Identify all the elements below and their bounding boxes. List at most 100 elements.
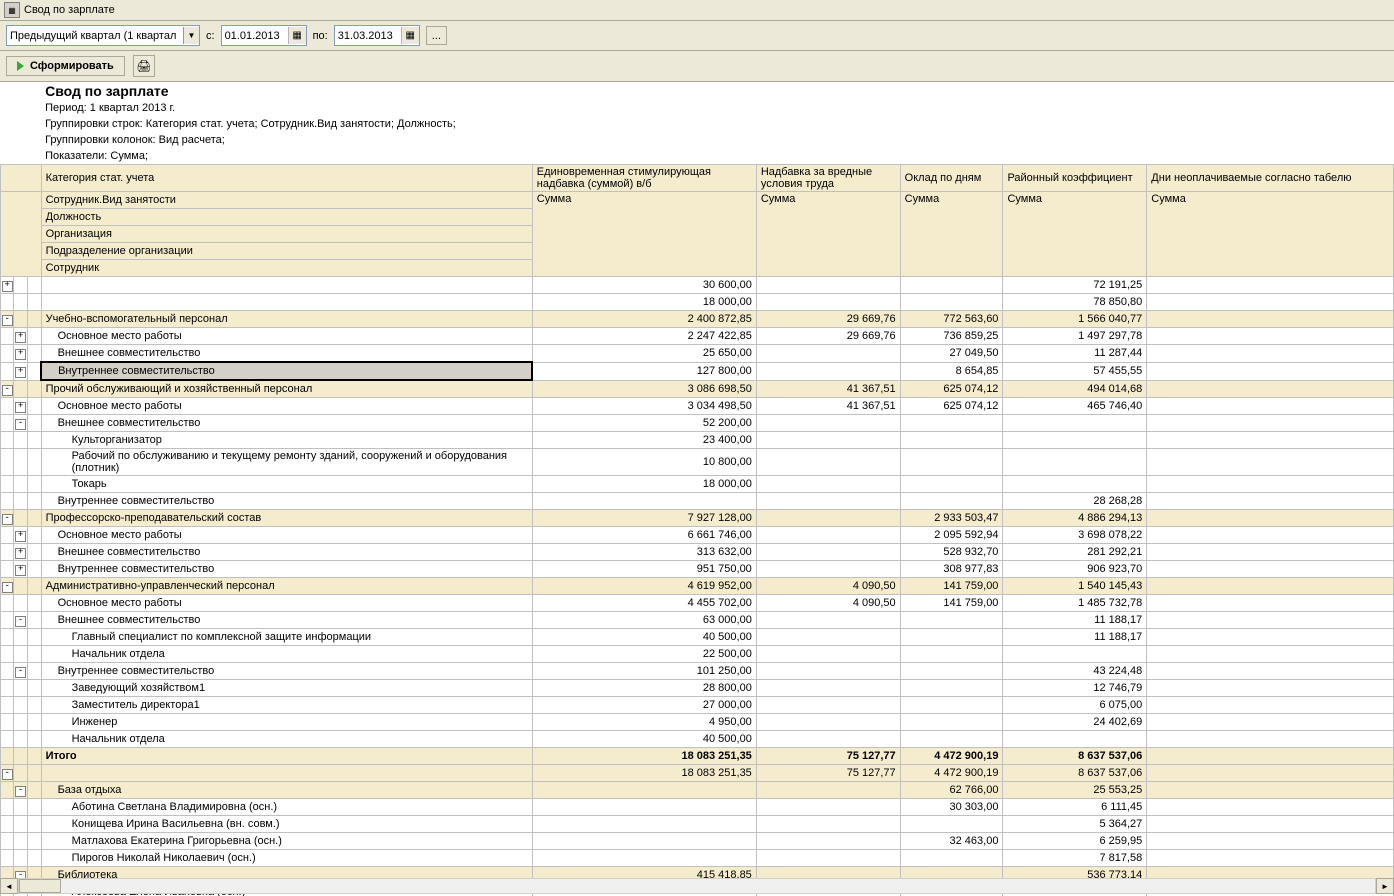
collapse-icon[interactable]: -: [2, 315, 13, 326]
table-row[interactable]: +Внешнее совместительство25 650,0027 049…: [1, 345, 1394, 363]
chevron-down-icon[interactable]: ▼: [183, 27, 199, 44]
table-row[interactable]: -База отдыха62 766,0025 553,25: [1, 782, 1394, 799]
row-label: Заместитель директора1: [41, 697, 532, 714]
cell-value: 6 259,95: [1003, 833, 1147, 850]
expand-icon[interactable]: +: [15, 402, 26, 413]
expand-icon[interactable]: +: [15, 332, 26, 343]
period-dialog-button[interactable]: ...: [426, 26, 447, 45]
cell-value: 63 000,00: [532, 612, 756, 629]
cell-value: [900, 646, 1003, 663]
report-grid[interactable]: Свод по зарплате Период: 1 квартал 2013 …: [0, 82, 1394, 896]
table-row[interactable]: +Основное место работы3 034 498,5041 367…: [1, 398, 1394, 415]
expand-icon[interactable]: +: [2, 281, 13, 292]
to-date-input[interactable]: [335, 29, 401, 43]
table-row[interactable]: Начальник отдела40 500,00: [1, 731, 1394, 748]
collapse-icon[interactable]: -: [2, 769, 13, 780]
horizontal-scrollbar[interactable]: ◄ ►: [0, 878, 1394, 894]
cell-value: 141 759,00: [900, 595, 1003, 612]
cell-value: [1147, 663, 1394, 680]
cell-value: 43 224,48: [1003, 663, 1147, 680]
table-row[interactable]: +Внешнее совместительство313 632,00528 9…: [1, 544, 1394, 561]
cell-value: 3 086 698,50: [532, 380, 756, 398]
table-row[interactable]: Заведующий хозяйством128 800,0012 746,79: [1, 680, 1394, 697]
table-row[interactable]: +Основное место работы6 661 746,002 095 …: [1, 527, 1394, 544]
table-row[interactable]: Внутреннее совместительство28 268,28: [1, 493, 1394, 510]
table-row[interactable]: +30 600,0072 191,25: [1, 277, 1394, 294]
scroll-left-icon[interactable]: ◄: [0, 878, 18, 894]
table-row[interactable]: - Прочий обслуживающий и хозяйственный пе…: [1, 380, 1394, 398]
cell-value: [756, 612, 900, 629]
cell-value: 4 472 900,19: [900, 748, 1003, 765]
cell-value: 23 400,00: [532, 432, 756, 449]
cell-value: 906 923,70: [1003, 561, 1147, 578]
table-row[interactable]: Культорганизатор23 400,00: [1, 432, 1394, 449]
cell-value: 41 367,51: [756, 398, 900, 415]
calendar-icon[interactable]: ▦: [401, 27, 419, 44]
table-row[interactable]: -Внутреннее совместительство101 250,0043…: [1, 663, 1394, 680]
cell-value: 4 472 900,19: [900, 765, 1003, 782]
row-label: [41, 294, 532, 311]
cell-value: [1147, 398, 1394, 415]
table-row[interactable]: Аботина Светлана Владимировна (осн.)30 3…: [1, 799, 1394, 816]
collapse-icon[interactable]: -: [15, 786, 26, 797]
table-row[interactable]: Конищева Ирина Васильевна (вн. совм.)5 3…: [1, 816, 1394, 833]
print-button[interactable]: 🖨: [133, 55, 155, 77]
from-date-input[interactable]: [222, 29, 288, 43]
scroll-right-icon[interactable]: ►: [1376, 878, 1394, 894]
play-icon: [17, 61, 24, 71]
scroll-track[interactable]: [18, 878, 1376, 894]
table-row[interactable]: +Внутреннее совместительство951 750,0030…: [1, 561, 1394, 578]
cell-value: [532, 850, 756, 867]
table-row[interactable]: -Профессорско-преподавательский состав7 …: [1, 510, 1394, 527]
cell-value: [1003, 476, 1147, 493]
collapse-icon[interactable]: -: [2, 514, 13, 525]
table-row[interactable]: Пирогов Николай Николаевич (осн.)7 817,5…: [1, 850, 1394, 867]
table-row[interactable]: Рабочий по обслуживанию и текущему ремон…: [1, 449, 1394, 476]
from-date-field[interactable]: ▦: [221, 25, 307, 46]
table-row[interactable]: Токарь18 000,00: [1, 476, 1394, 493]
cell-value: [1147, 311, 1394, 328]
row-label: Прочий обслуживающий и хозяйственный пер…: [41, 380, 532, 398]
expand-icon[interactable]: +: [15, 349, 26, 360]
table-row[interactable]: Матлахова Екатерина Григорьевна (осн.)32…: [1, 833, 1394, 850]
table-row[interactable]: -Учебно-вспомогательный персонал2 400 87…: [1, 311, 1394, 328]
expand-icon[interactable]: +: [15, 531, 26, 542]
period-preset-input[interactable]: [7, 29, 183, 43]
table-row[interactable]: -18 083 251,3575 127,774 472 900,198 637…: [1, 765, 1394, 782]
table-row[interactable]: +Внутреннее совместительство127 800,008 …: [1, 362, 1394, 380]
row-label: Итого: [41, 748, 532, 765]
period-toolbar: ▼ с: ▦ по: ▦ ...: [0, 21, 1394, 51]
table-row[interactable]: -Внешнее совместительство52 200,00: [1, 415, 1394, 432]
collapse-icon[interactable]: -: [15, 419, 26, 430]
table-row[interactable]: 18 000,0078 850,80: [1, 294, 1394, 311]
table-row[interactable]: Заместитель директора127 000,006 075,00: [1, 697, 1394, 714]
table-row[interactable]: -Административно-управленческий персонал…: [1, 578, 1394, 595]
expand-icon[interactable]: +: [15, 548, 26, 559]
table-row[interactable]: Инженер4 950,0024 402,69: [1, 714, 1394, 731]
period-preset-combo[interactable]: ▼: [6, 25, 200, 46]
cell-value: 4 619 952,00: [532, 578, 756, 595]
cell-value: 18 000,00: [532, 476, 756, 493]
cell-value: 494 014,68: [1003, 380, 1147, 398]
col-unpaid: Дни неоплачиваемые согласно табелю: [1147, 165, 1394, 192]
table-row[interactable]: Начальник отдела22 500,00: [1, 646, 1394, 663]
calendar-icon[interactable]: ▦: [288, 27, 306, 44]
expand-icon[interactable]: +: [15, 367, 26, 378]
collapse-icon[interactable]: -: [2, 582, 13, 593]
to-date-field[interactable]: ▦: [334, 25, 420, 46]
table-row[interactable]: Главный специалист по комплексной защите…: [1, 629, 1394, 646]
expand-icon[interactable]: +: [15, 565, 26, 576]
cell-value: 24 402,69: [1003, 714, 1147, 731]
collapse-icon[interactable]: -: [2, 385, 13, 396]
table-row[interactable]: -Внешнее совместительство63 000,0011 188…: [1, 612, 1394, 629]
collapse-icon[interactable]: -: [15, 667, 26, 678]
table-row[interactable]: +Основное место работы2 247 422,8529 669…: [1, 328, 1394, 345]
cell-value: [756, 646, 900, 663]
generate-button[interactable]: Сформировать: [6, 56, 125, 76]
table-row[interactable]: Итого18 083 251,3575 127,774 472 900,198…: [1, 748, 1394, 765]
scroll-thumb[interactable]: [19, 879, 61, 893]
cell-value: 27 000,00: [532, 697, 756, 714]
cell-value: [532, 782, 756, 799]
table-row[interactable]: Основное место работы4 455 702,004 090,5…: [1, 595, 1394, 612]
collapse-icon[interactable]: -: [15, 616, 26, 627]
